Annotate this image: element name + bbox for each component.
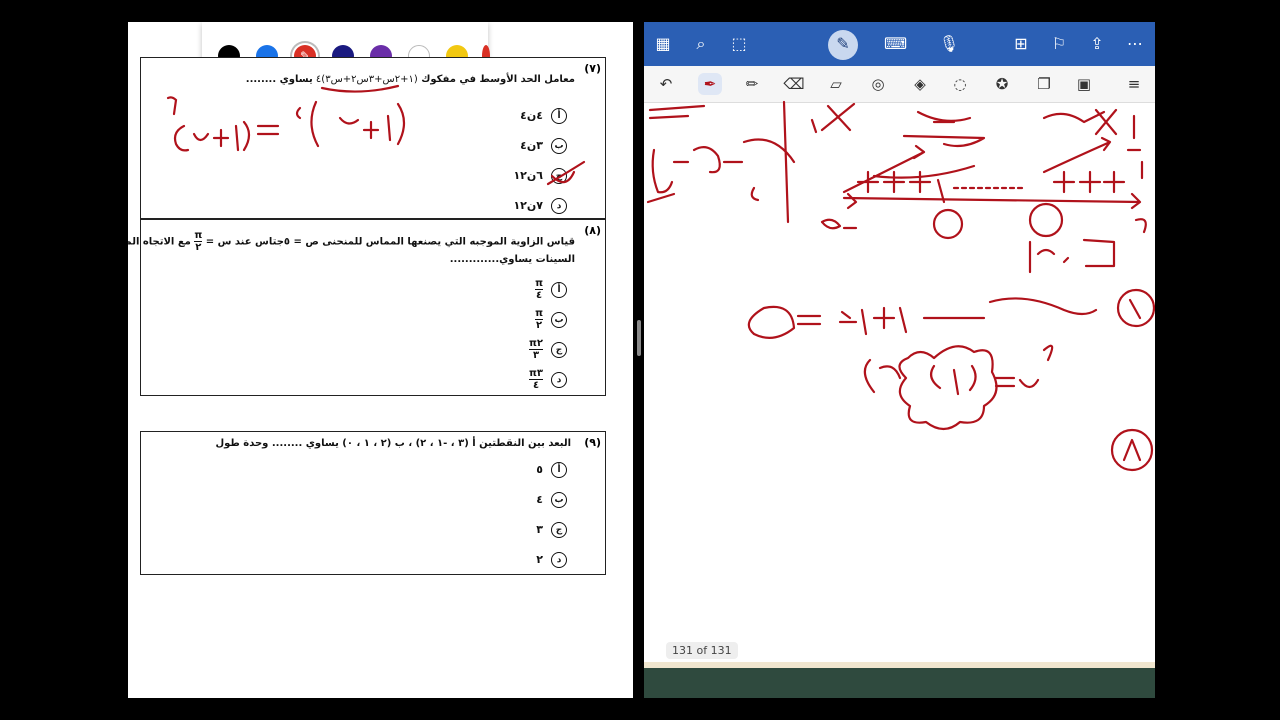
exam-document-pane[interactable]: ✎ (٧) معامل الحد الأوسط في مفكوك (١+٢س+٣… (128, 22, 633, 698)
page-indicator: 131 of 131 (666, 642, 738, 659)
bottom-bar (644, 668, 1155, 698)
split-view-divider[interactable] (636, 22, 642, 698)
notebook-pane[interactable]: ▦ ⌕ ⬚ ✎ ⌨ 🎙 ⊞ ⚐ ⇪ ⋯ ↶ ✒ ✏ ⌫ ▱ ◎ ◈ ◌ ✪ ❐ … (644, 22, 1155, 698)
split-view-handle[interactable] (637, 320, 641, 356)
handwritten-annotation (166, 84, 586, 186)
notebook-canvas[interactable] (644, 22, 1155, 642)
